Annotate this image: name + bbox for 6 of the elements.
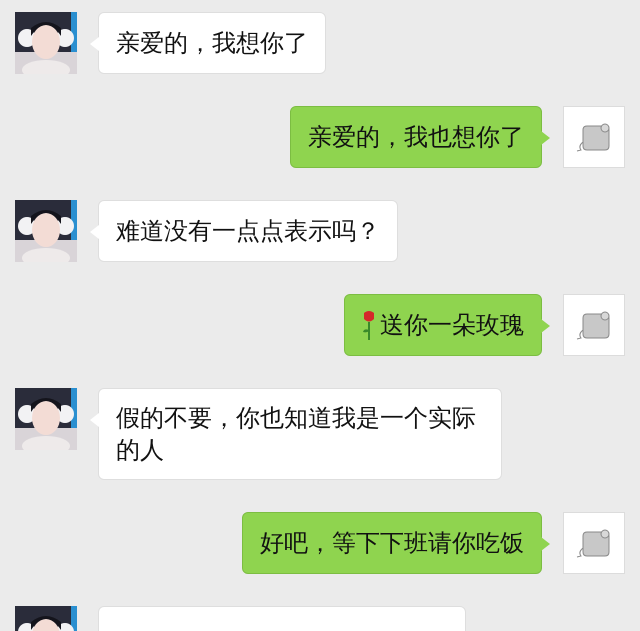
bubble-tail [90, 37, 99, 51]
bubble-tail [541, 319, 550, 333]
bubble-tail [541, 131, 550, 145]
bubble-tail [90, 413, 99, 427]
bubble-tail [90, 225, 99, 239]
bubble-tail [541, 537, 550, 551]
